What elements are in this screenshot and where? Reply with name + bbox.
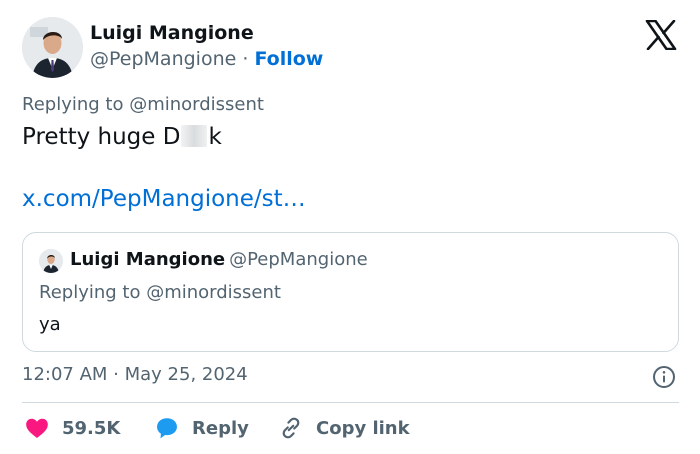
reply-label: Reply: [192, 417, 249, 439]
quoted-author-handle: @PepMangione: [229, 249, 368, 270]
quoted-author-line: Luigi Mangione @PepMangione: [70, 249, 368, 270]
author-handle[interactable]: @PepMangione: [90, 48, 236, 70]
heart-icon: [24, 415, 50, 441]
handle-separator: ·: [236, 48, 255, 70]
quoted-tweet[interactable]: Luigi Mangione @PepMangione Replying to @…: [22, 232, 679, 352]
tweet-link[interactable]: x.com/PepMangione/st…: [22, 186, 306, 212]
tweet-timestamp[interactable]: 12:07 AM · May 25, 2024: [22, 364, 248, 385]
quoted-author-name: Luigi Mangione: [70, 249, 226, 270]
link-icon: [278, 415, 304, 441]
author-handle-line: @PepMangione · Follow: [90, 48, 323, 70]
quoted-tweet-text: ya: [39, 314, 61, 335]
like-button[interactable]: 59.5K: [24, 415, 120, 441]
quoted-replying-to-label: Replying to @minordissent: [39, 282, 281, 303]
copy-link-label: Copy link: [316, 417, 410, 439]
censored-blur: [181, 125, 208, 147]
author-avatar[interactable]: [22, 17, 83, 78]
reply-button[interactable]: Reply: [154, 415, 249, 441]
embedded-tweet-card: Luigi Mangione @PepMangione · Follow Rep…: [0, 0, 700, 454]
author-name[interactable]: Luigi Mangione: [90, 22, 254, 44]
tweet-text: Pretty huge D k: [22, 124, 222, 150]
speech-bubble-icon: [154, 415, 180, 441]
like-count: 59.5K: [62, 417, 121, 439]
replying-to-label[interactable]: Replying to @minordissent: [22, 94, 264, 115]
quoted-author-avatar: [39, 249, 63, 273]
follow-button[interactable]: Follow: [254, 48, 323, 70]
copy-link-button[interactable]: Copy link: [278, 415, 410, 441]
x-logo-icon[interactable]: [645, 19, 677, 51]
tweet-text-end: k: [208, 124, 222, 150]
info-icon[interactable]: [652, 365, 676, 389]
tweet-text-start: Pretty huge D: [22, 124, 181, 150]
divider: [22, 402, 679, 403]
